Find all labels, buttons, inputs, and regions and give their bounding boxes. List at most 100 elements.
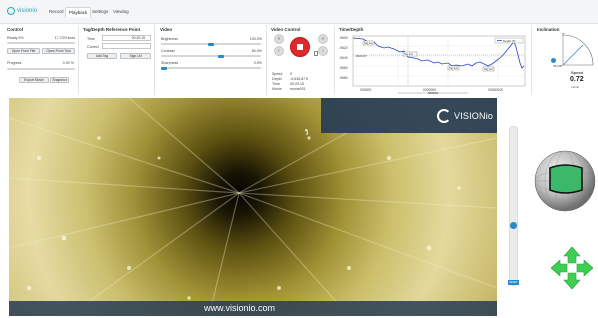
- x-tick: 000000: [360, 88, 371, 92]
- step-back-icon: ‹: [278, 48, 280, 54]
- speed-label: Speed: [272, 72, 283, 76]
- plot-frame: [352, 35, 526, 87]
- video-title: Video: [160, 27, 173, 32]
- rewind-icon: «: [277, 36, 281, 42]
- logo-icon: [7, 7, 15, 15]
- contrast-value: 80.0%: [251, 49, 262, 53]
- gauge-indicator: [549, 164, 583, 194]
- step-forward-icon: ›: [322, 48, 324, 54]
- x-tick: 00000000: [488, 88, 503, 92]
- arrow-left-icon: [550, 259, 568, 277]
- right-side-panel: RESET: [500, 98, 598, 318]
- arrow-up-icon: [563, 246, 581, 264]
- depth-value: -9,636.87 ft: [290, 77, 309, 81]
- tab-viewlog[interactable]: Viewlog: [110, 7, 132, 17]
- visionio-logo-icon: [437, 109, 451, 123]
- sharpness-label: Sharpness: [161, 61, 179, 65]
- lines-label: 17.7/29 lines: [54, 36, 75, 40]
- reset-badge[interactable]: RESET: [508, 280, 519, 285]
- movie-value: movie001: [290, 87, 306, 91]
- movie-label: Movie: [272, 87, 282, 91]
- marker-value: -9626.87: [355, 54, 367, 58]
- contrast-label: Contrast: [161, 49, 175, 53]
- time-depth-chart: -9600 -9620 -9640 -9660 -9680 000000 000…: [339, 35, 526, 94]
- legend-label: Depth (ft): [503, 39, 516, 43]
- speed-value: 0: [290, 72, 292, 76]
- brand-name: visionio: [17, 8, 38, 14]
- tab-record[interactable]: Record: [46, 7, 67, 17]
- contrast-thumb[interactable]: [218, 54, 224, 58]
- tag-depth-panel: Tag/Depth Reference Point Time 00:20:15 …: [80, 25, 155, 95]
- video-settings-panel: Video Brightness 100.0% Contrast 80.0% S…: [156, 25, 267, 95]
- brightness-thumb[interactable]: [208, 42, 214, 46]
- ready-label: Ready 0%: [7, 36, 24, 40]
- vc-time-value: 00:20:15: [290, 82, 304, 86]
- video-feed: VISIONio www.visionio.com: [9, 98, 497, 316]
- rewind-button[interactable]: «: [274, 34, 284, 44]
- y-tick: -9640: [339, 56, 348, 60]
- video-control-title: Video Control: [271, 27, 301, 32]
- tag-label: Tag text: [484, 68, 493, 71]
- cursor-icon: [314, 51, 318, 56]
- sign-ud-button[interactable]: Sign Ud: [120, 53, 151, 59]
- progress-value: 0.00 %: [62, 61, 74, 65]
- inclination-title: Inclination: [537, 27, 560, 32]
- time-depth-title: Time/Depth: [339, 27, 364, 32]
- direction-pad[interactable]: [550, 246, 594, 290]
- zoom-slider-thumb[interactable]: [510, 222, 517, 229]
- vc-time-label: Time: [272, 82, 280, 86]
- snapshot-button[interactable]: Snapshot: [50, 77, 69, 83]
- add-tag-button[interactable]: Add Tag: [87, 53, 117, 59]
- progress-label: Progress: [7, 61, 22, 65]
- chart-scroll-thumb: [428, 92, 438, 94]
- app-logo: visionio: [7, 7, 37, 15]
- incl-speed-unit: m/min: [571, 85, 580, 89]
- export-movie-button[interactable]: Export Movie: [19, 77, 49, 83]
- tab-playback[interactable]: Playback: [65, 7, 92, 17]
- tag-label: Tag text: [404, 53, 413, 56]
- arrow-right-icon: [576, 259, 594, 277]
- depth-label: Depth: [272, 77, 282, 81]
- y-tick: -9600: [339, 36, 348, 40]
- orientation-gauge: [534, 150, 596, 212]
- forward-icon: »: [321, 36, 325, 42]
- tag-correct-input[interactable]: [102, 43, 151, 49]
- watermark-brand: VISIONio: [454, 111, 494, 121]
- incl-speed-label: Speed: [571, 70, 584, 75]
- stop-button[interactable]: [290, 37, 310, 57]
- zoom-slider-track[interactable]: [509, 126, 518, 286]
- tab-settings[interactable]: Settings: [89, 7, 111, 17]
- tag-correct-label: Correct: [87, 45, 99, 49]
- step-forward-button[interactable]: ›: [318, 46, 328, 56]
- arrow-down-icon: [563, 272, 581, 290]
- tag-label: Tag text: [449, 67, 458, 70]
- dial-needle: [562, 44, 584, 66]
- tag-time-input[interactable]: 00:20:15: [102, 35, 151, 41]
- inclination-knob[interactable]: [551, 58, 556, 63]
- progress-bar: [7, 68, 75, 70]
- incl-speed-value: 0.72: [570, 76, 584, 83]
- time-depth-panel: Time/Depth -9600 -9620 -9640 -9660 -9680…: [336, 25, 532, 95]
- sharpness-slider[interactable]: [161, 67, 261, 69]
- contrast-slider[interactable]: [161, 55, 261, 57]
- step-back-button[interactable]: ‹: [274, 46, 284, 56]
- y-tick: -9680: [339, 76, 348, 80]
- inclination-dial: [562, 34, 594, 66]
- stop-icon: [297, 44, 303, 50]
- video-control-panel: Video Control « » ‹ › Speed 0 Depth -9,6…: [268, 25, 335, 95]
- y-tick: -9660: [339, 66, 348, 70]
- control-title: Control: [7, 27, 23, 32]
- brightness-value: 100.0%: [249, 37, 262, 41]
- open-from-file-button[interactable]: Open From File: [7, 48, 40, 54]
- ready-bar: [7, 42, 75, 44]
- forward-button[interactable]: »: [318, 34, 328, 44]
- inclination-panel: Inclination 0° 45.000° Speed 0.72 m/min: [533, 25, 598, 95]
- sharpness-thumb[interactable]: [161, 66, 167, 70]
- y-tick: -9620: [339, 46, 348, 50]
- brightness-label: Brightness: [161, 37, 178, 41]
- inclination-top-value: 0°: [562, 32, 565, 36]
- control-panel: Control Ready 0% 17.7/29 lines Open From…: [0, 25, 79, 95]
- sharpness-value: 0.0%: [253, 61, 262, 65]
- inclination-left-value: 45.000°: [553, 64, 564, 68]
- open-from-tool-button[interactable]: Open From Tool: [42, 48, 75, 54]
